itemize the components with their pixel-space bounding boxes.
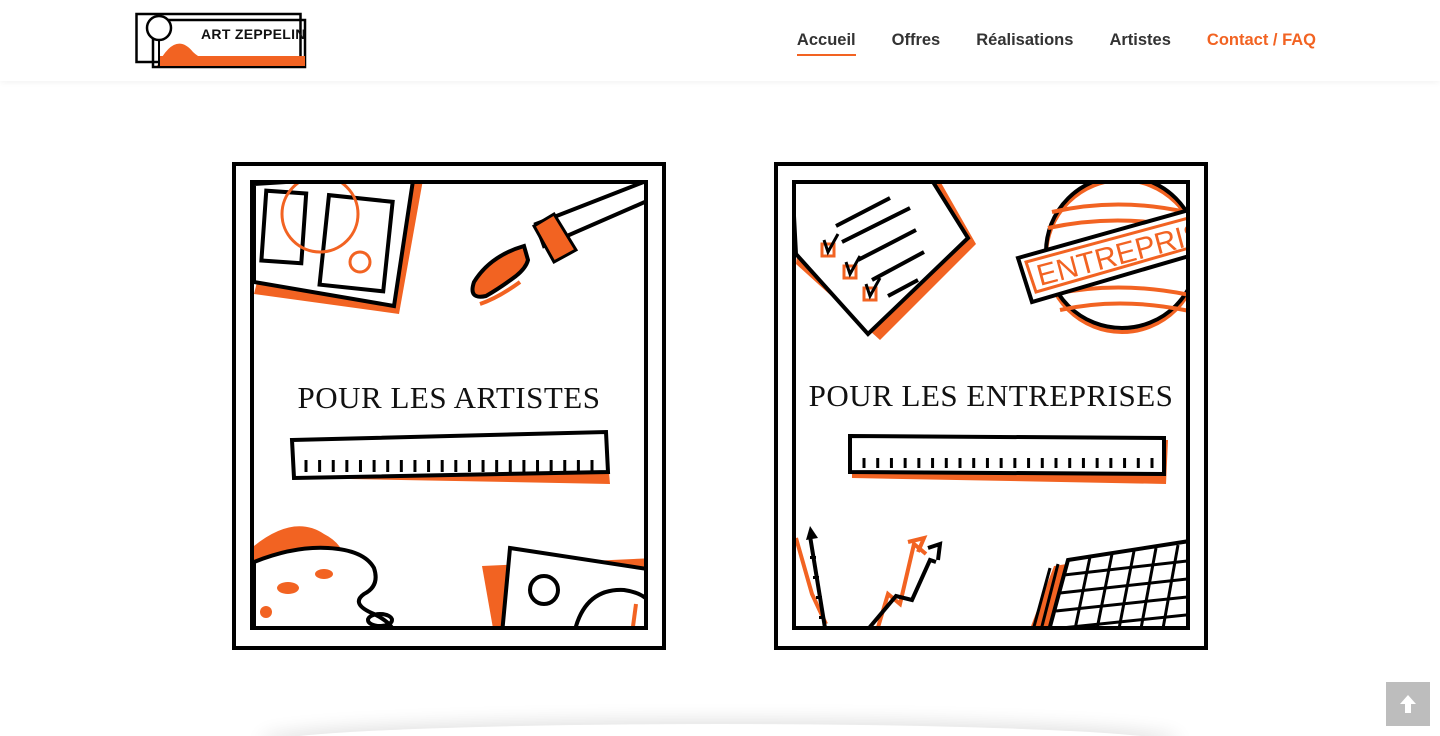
card-pour-les-entreprises[interactable]: ENTREPRIS POUR LES ENTREPRISES <box>774 162 1208 650</box>
main-nav: Accueil Offres Réalisations Artistes Con… <box>761 30 1316 56</box>
card-title-entreprises: POUR LES ENTREPRISES <box>808 378 1174 413</box>
nav-accueil[interactable]: Accueil <box>796 30 856 56</box>
site-logo[interactable]: ART ZEPPELIN <box>135 12 310 70</box>
site-header: ART ZEPPELIN Accueil Offres Réalisations… <box>0 0 1440 81</box>
nav-artistes[interactable]: Artistes <box>1109 30 1170 50</box>
nav-contact-faq[interactable]: Contact / FAQ <box>1207 30 1316 50</box>
arrow-up-icon <box>1400 695 1416 713</box>
nav-offres[interactable]: Offres <box>892 30 941 50</box>
nav-realisations[interactable]: Réalisations <box>976 30 1073 50</box>
logo-text: ART ZEPPELIN <box>201 26 306 42</box>
bottom-section-shadow <box>260 724 1180 736</box>
card-artistes-frame: POUR LES ARTISTES <box>250 180 648 630</box>
card-title-artistes: POUR LES ARTISTES <box>297 380 601 415</box>
scroll-to-top-button[interactable] <box>1386 682 1430 726</box>
card-pour-les-artistes[interactable]: POUR LES ARTISTES <box>232 162 666 650</box>
card-entreprises-frame: ENTREPRIS POUR LES ENTREPRISES <box>792 180 1190 630</box>
